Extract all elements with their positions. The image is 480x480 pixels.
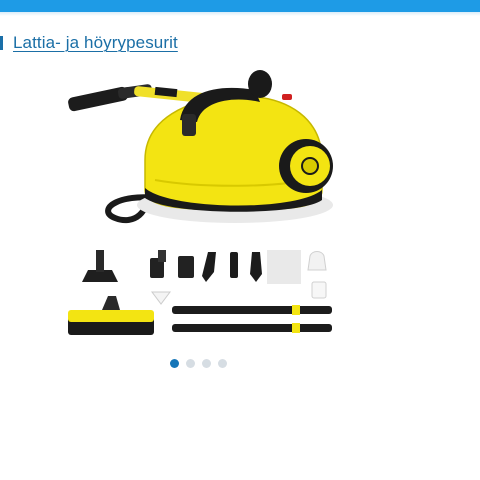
carousel-dot-2[interactable] [186, 359, 195, 368]
carousel-pagination [170, 359, 227, 368]
product-image [68, 70, 333, 335]
product-image-carousel[interactable] [60, 60, 340, 350]
breadcrumb-category-link[interactable]: Lattia- ja höyrypesurit [13, 33, 178, 53]
accessories-row-2 [68, 281, 332, 335]
breadcrumb: Lattia- ja höyrypesurit [0, 30, 178, 56]
carousel-dot-3[interactable] [202, 359, 211, 368]
accessories-row-1 [82, 250, 327, 284]
top-app-bar [0, 0, 480, 12]
breadcrumb-marker-icon [0, 36, 3, 50]
carousel-dot-1[interactable] [170, 359, 179, 368]
carousel-dot-4[interactable] [218, 359, 227, 368]
top-app-bar-shadow [0, 12, 480, 16]
